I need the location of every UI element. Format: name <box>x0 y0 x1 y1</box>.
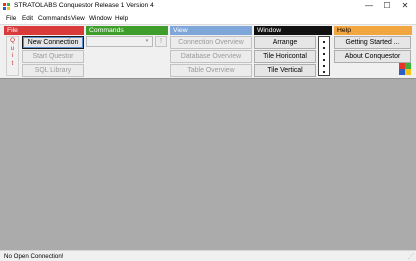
file-group-header: File <box>4 26 84 35</box>
title-bar: STRATOLABS Conquestor Release 1 Version … <box>0 0 416 13</box>
app-icon[interactable] <box>3 3 10 10</box>
tile-vertical-button[interactable]: Tile Vertical <box>254 64 316 77</box>
execute-command-button[interactable]: ! <box>155 36 167 47</box>
window-title: STRATOLABS Conquestor Release 1 Version … <box>14 2 154 9</box>
new-connection-button[interactable]: New Connection <box>22 36 84 49</box>
view-group-header: View <box>170 26 252 35</box>
status-bar: No Open Connection! ⋰ <box>0 250 416 261</box>
start-questor-button[interactable]: Start Questor <box>22 50 84 63</box>
close-button[interactable]: ✕ <box>396 0 414 13</box>
quit-letter: u <box>10 44 15 52</box>
database-overview-button[interactable]: Database Overview <box>170 50 252 63</box>
mdi-workspace[interactable] <box>0 78 416 250</box>
resize-grip-icon[interactable]: ⋰ <box>408 254 414 260</box>
commands-group-header: Commands <box>86 26 168 35</box>
status-text: No Open Connection! <box>4 253 64 260</box>
maximize-button[interactable]: ☐ <box>378 0 396 13</box>
arrange-button[interactable]: Arrange <box>254 36 316 49</box>
table-overview-button[interactable]: Table Overview <box>170 64 252 77</box>
menu-file[interactable]: File <box>6 14 16 23</box>
quit-letter: Q <box>10 37 15 44</box>
stratolabs-logo-icon <box>399 63 411 75</box>
quit-letter: t <box>11 59 14 67</box>
menu-bar: File Edit Commands View Window Help <box>0 13 416 24</box>
menu-window[interactable]: Window <box>89 14 112 23</box>
window-group-header: Window <box>254 26 332 35</box>
quit-button[interactable]: Q u i t <box>6 36 19 76</box>
menu-edit[interactable]: Edit <box>22 14 33 23</box>
connection-overview-button[interactable]: Connection Overview <box>170 36 252 49</box>
tile-horizontal-button[interactable]: Tile Horicontal <box>254 50 316 63</box>
menu-commands[interactable]: Commands <box>38 14 71 23</box>
quit-letter: i <box>11 52 14 60</box>
sql-library-button[interactable]: SQL Library <box>22 64 84 77</box>
command-combobox[interactable]: ▾ <box>86 36 153 47</box>
help-group-header: Help <box>334 26 412 35</box>
minimize-button[interactable]: — <box>360 0 378 13</box>
chevron-down-icon[interactable]: ▾ <box>143 37 151 46</box>
menu-help[interactable]: Help <box>115 14 128 23</box>
about-conquestor-button[interactable]: About Conquestor <box>334 50 411 63</box>
menu-view[interactable]: View <box>71 14 85 23</box>
getting-started-button[interactable]: Getting Started ... <box>334 36 411 49</box>
window-list-scroll[interactable] <box>318 36 330 76</box>
